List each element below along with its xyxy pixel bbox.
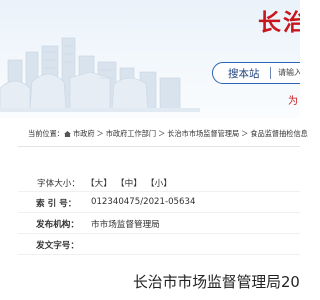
font-size-medium-button[interactable]: 【中】 bbox=[116, 177, 142, 189]
site-header: 长治 搜本站 请输入 为 bbox=[0, 0, 300, 118]
breadcrumb-item-food-inspection[interactable]: 食品监督抽检信息 bbox=[250, 129, 308, 139]
publisher-value: 市市场监督管理局 bbox=[91, 220, 160, 230]
search-input[interactable]: 请输入 bbox=[278, 67, 300, 78]
breadcrumb-prefix: 当前位置： bbox=[28, 129, 64, 138]
row-divider bbox=[18, 191, 300, 192]
breadcrumb-divider bbox=[18, 146, 300, 147]
document-number-label: 发文字号： bbox=[36, 241, 79, 251]
row-divider bbox=[18, 233, 300, 234]
home-icon bbox=[64, 131, 71, 137]
site-logo[interactable]: 长治 bbox=[258, 3, 300, 37]
font-size-large-button[interactable]: 【大】 bbox=[86, 177, 112, 189]
index-number-value: 012340475/2021-05634 bbox=[91, 197, 196, 207]
breadcrumb-separator: ＞ bbox=[241, 129, 249, 138]
breadcrumb-separator: ＞ bbox=[158, 129, 166, 138]
search-divider bbox=[270, 67, 271, 79]
breadcrumb-item-home[interactable]: 市政府 bbox=[73, 129, 95, 139]
article-title: 长治市市场监督管理局20 bbox=[133, 274, 300, 291]
row-divider bbox=[18, 254, 300, 255]
font-size-small-button[interactable]: 【小】 bbox=[146, 177, 172, 189]
breadcrumb-separator: ＞ bbox=[96, 129, 104, 138]
city-skyline-banner bbox=[0, 37, 200, 112]
breadcrumb: 当前位置： 市政府＞市政府工作部门＞长治市市场监督管理局＞食品监督抽检信息 bbox=[28, 129, 308, 139]
breadcrumb-item-departments[interactable]: 市政府工作部门 bbox=[106, 129, 156, 139]
publisher-label: 发布机构： bbox=[36, 220, 79, 230]
header-slogan: 为 bbox=[288, 96, 298, 107]
search-site-button[interactable]: 搜本站 bbox=[228, 66, 260, 81]
index-number-label: 索 引 号： bbox=[36, 199, 77, 209]
breadcrumb-item-bureau[interactable]: 长治市市场监督管理局 bbox=[167, 129, 239, 139]
font-size-label: 字体大小： bbox=[37, 179, 80, 189]
row-divider bbox=[18, 212, 300, 213]
